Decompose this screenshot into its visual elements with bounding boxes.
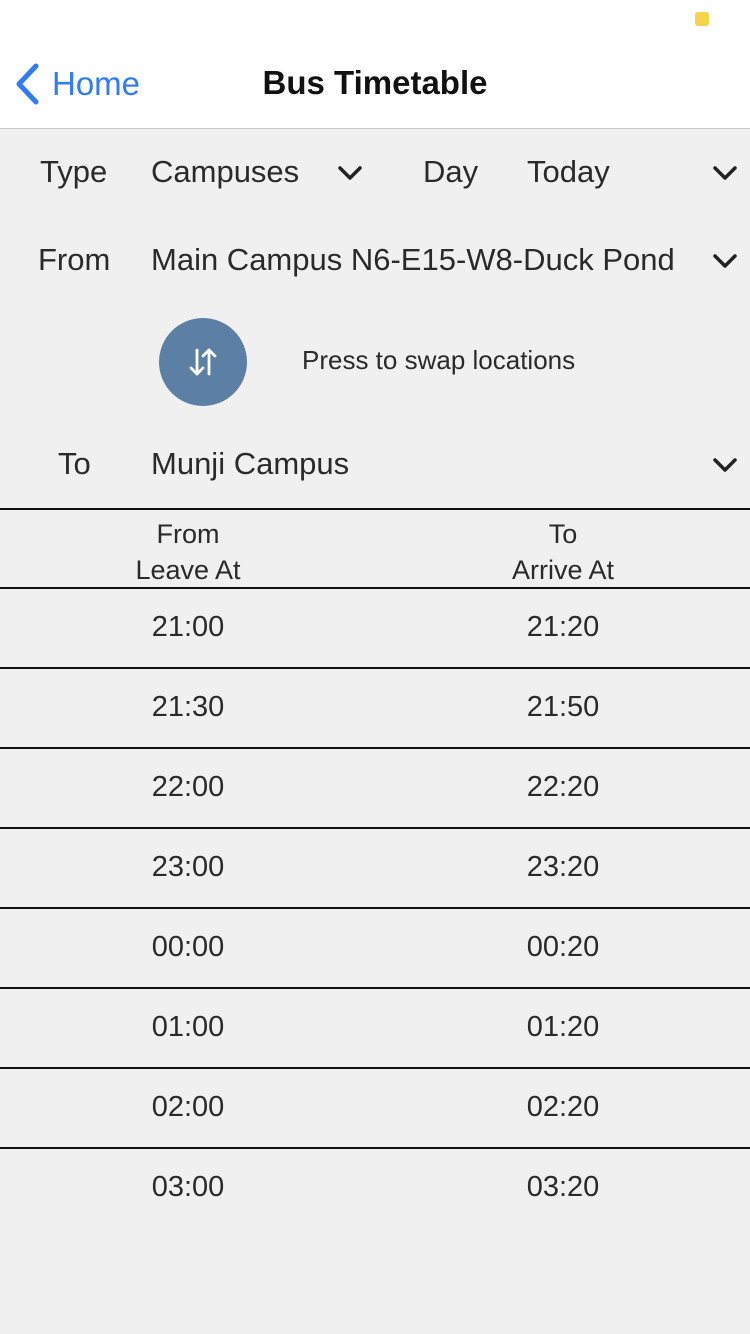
- table-row: 03:00 03:20: [0, 1149, 750, 1229]
- leave-time: 21:30: [151, 691, 225, 723]
- status-bar: [0, 0, 750, 40]
- arrive-time: 00:20: [526, 931, 600, 963]
- arrive-time: 21:20: [526, 611, 600, 643]
- day-select[interactable]: Today: [515, 142, 750, 202]
- type-select[interactable]: Campuses: [140, 142, 380, 202]
- table-row: 23:00 23:20: [0, 829, 750, 909]
- table-row: 21:30 21:50: [0, 669, 750, 749]
- table-row: 22:00 22:20: [0, 749, 750, 829]
- type-label: Type: [40, 154, 108, 189]
- page-title: Bus Timetable: [262, 64, 488, 101]
- leave-time: 01:00: [151, 1011, 225, 1043]
- arrive-header-line1: To: [548, 519, 578, 549]
- leave-time: 23:00: [151, 851, 225, 883]
- arrive-header-line2: Arrive At: [511, 555, 615, 585]
- arrive-time: 02:20: [526, 1091, 600, 1123]
- table-row: 00:00 00:20: [0, 909, 750, 989]
- from-label: From: [38, 242, 111, 277]
- to-row: To Munji Campus: [0, 434, 750, 494]
- chevron-down-icon: [713, 166, 737, 180]
- day-label: Day: [423, 154, 479, 189]
- timetable-header: From Leave At To Arrive At: [0, 508, 750, 589]
- to-label: To: [58, 446, 91, 481]
- arrive-time: 22:20: [526, 771, 600, 803]
- to-select[interactable]: Munji Campus: [140, 434, 750, 494]
- arrive-time: 03:20: [526, 1171, 600, 1203]
- arrive-time: 01:20: [526, 1011, 600, 1043]
- navigation-bar: Home Bus Timetable: [0, 40, 750, 129]
- chevron-down-icon: [713, 254, 737, 268]
- timetable: From Leave At To Arrive At 21:00 21:20 2…: [0, 508, 750, 1229]
- leave-time: 21:00: [151, 611, 225, 643]
- arrive-time: 21:50: [526, 691, 600, 723]
- table-row: 21:00 21:20: [0, 589, 750, 669]
- chevron-down-icon: [338, 166, 362, 180]
- day-value: Today: [527, 154, 610, 189]
- swap-arrows-icon: [189, 348, 217, 376]
- leave-time: 02:00: [151, 1091, 225, 1123]
- from-value: Main Campus N6-E15-W8-Duck Pond: [151, 242, 675, 277]
- from-row: From Main Campus N6-E15-W8-Duck Pond: [0, 230, 750, 290]
- leave-header-line2: Leave At: [135, 555, 241, 585]
- leave-column-header: From Leave At: [38, 516, 338, 588]
- leave-time: 03:00: [151, 1171, 225, 1203]
- table-row: 02:00 02:20: [0, 1069, 750, 1149]
- type-value: Campuses: [151, 154, 300, 189]
- arrive-column-header: To Arrive At: [413, 516, 713, 588]
- arrive-time: 23:20: [526, 851, 600, 883]
- table-row: 01:00 01:20: [0, 989, 750, 1069]
- chevron-down-icon: [713, 458, 737, 472]
- from-select[interactable]: Main Campus N6-E15-W8-Duck Pond: [140, 230, 750, 290]
- type-day-row: Type Campuses Day Today: [0, 142, 750, 202]
- leave-header-line1: From: [156, 519, 220, 549]
- leave-time: 22:00: [151, 771, 225, 803]
- status-indicator-icon: [695, 12, 709, 26]
- swap-hint-text: Press to swap locations: [302, 345, 576, 375]
- swap-locations-button[interactable]: [159, 318, 247, 406]
- leave-time: 00:00: [151, 931, 225, 963]
- to-value: Munji Campus: [151, 446, 350, 481]
